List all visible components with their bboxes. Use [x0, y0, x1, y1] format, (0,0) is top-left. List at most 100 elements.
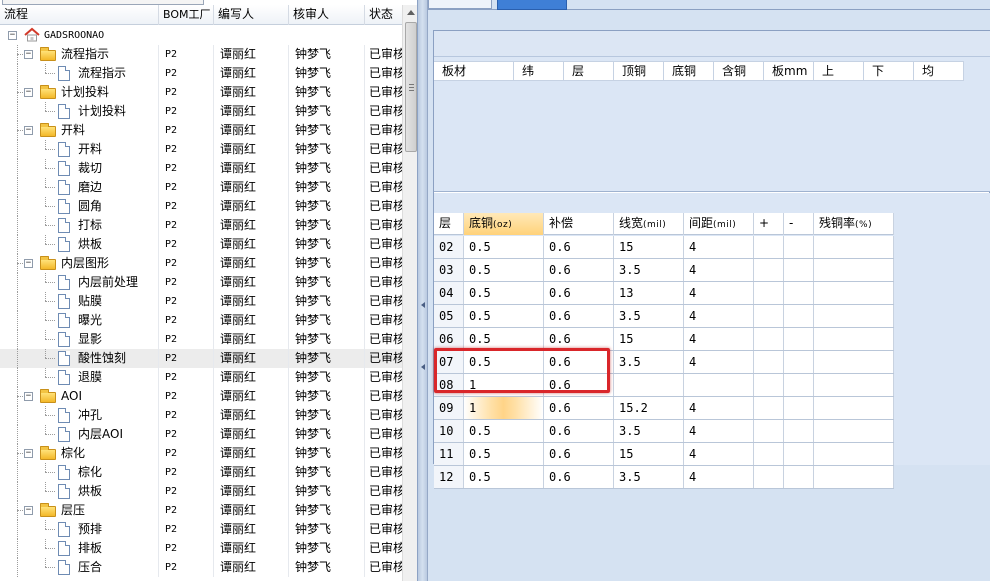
tree-row[interactable]: 冲孔 P2 谭丽红 钟梦飞 已审核: [0, 406, 402, 425]
layer-value-cell[interactable]: 0.5: [464, 420, 544, 442]
layer-column-header[interactable]: 残铜率(%): [814, 213, 894, 235]
tree-row[interactable]: 流程指示 P2 谭丽红 钟梦飞 已审核: [0, 64, 402, 83]
tree-row[interactable]: 排板 P2 谭丽红 钟梦飞 已审核: [0, 539, 402, 558]
tree-row[interactable]: 开料 P2 谭丽红 钟梦飞 已审核: [0, 140, 402, 159]
layer-row[interactable]: 09 1 0.6 15.2 4: [434, 397, 894, 420]
tree-row[interactable]: 圆角 P2 谭丽红 钟梦飞 已审核: [0, 197, 402, 216]
layer-value-cell[interactable]: [754, 397, 784, 419]
scrollbar-thumb[interactable]: [405, 22, 417, 152]
layer-value-cell[interactable]: [784, 466, 814, 488]
layer-value-cell[interactable]: [784, 374, 814, 396]
layer-value-cell[interactable]: [754, 305, 784, 327]
collapse-toggle-icon[interactable]: −: [24, 392, 33, 401]
layer-value-cell[interactable]: 0.6: [544, 420, 614, 442]
layer-value-cell[interactable]: 15.2: [614, 397, 684, 419]
layer-value-cell[interactable]: 0.5: [464, 236, 544, 258]
layer-value-cell[interactable]: 4: [684, 328, 754, 350]
layer-value-cell[interactable]: [784, 305, 814, 327]
layer-value-cell[interactable]: [754, 259, 784, 281]
board-column-header[interactable]: 板材: [434, 62, 514, 81]
layer-value-cell[interactable]: 0.5: [464, 443, 544, 465]
tree-row[interactable]: 内层AOI P2 谭丽红 钟梦飞 已审核: [0, 425, 402, 444]
layer-value-cell[interactable]: 15: [614, 443, 684, 465]
layer-value-cell[interactable]: 0.5: [464, 466, 544, 488]
layer-value-cell[interactable]: [784, 236, 814, 258]
layer-value-cell[interactable]: 4: [684, 397, 754, 419]
tree-row[interactable]: − 流程指示 P2 谭丽红 钟梦飞 已审核: [0, 45, 402, 64]
pane-splitter[interactable]: [418, 0, 428, 581]
layer-column-header[interactable]: 层: [434, 213, 464, 235]
layer-value-cell[interactable]: [814, 236, 894, 258]
layer-value-cell[interactable]: [784, 420, 814, 442]
collapse-toggle-icon[interactable]: −: [24, 259, 33, 268]
layer-value-cell[interactable]: 0.5: [464, 282, 544, 304]
layer-value-cell[interactable]: 3.5: [614, 466, 684, 488]
layer-value-cell[interactable]: [814, 328, 894, 350]
scroll-up-arrow-icon[interactable]: [407, 10, 415, 15]
tree-row[interactable]: − AOI P2 谭丽红 钟梦飞 已审核: [0, 387, 402, 406]
layer-value-cell[interactable]: [814, 466, 894, 488]
layer-value-cell[interactable]: 4: [684, 236, 754, 258]
layer-row[interactable]: 02 0.5 0.6 15 4: [434, 236, 894, 259]
layer-value-cell[interactable]: [814, 259, 894, 281]
layer-value-cell[interactable]: 1: [464, 397, 544, 419]
layer-value-cell[interactable]: 0.6: [544, 282, 614, 304]
board-column-header[interactable]: 下: [864, 62, 914, 81]
tree-row[interactable]: 烘板 P2 谭丽红 钟梦飞 已审核: [0, 235, 402, 254]
layer-value-cell[interactable]: [814, 443, 894, 465]
layer-value-cell[interactable]: 4: [684, 282, 754, 304]
column-header-status[interactable]: 状态: [365, 5, 402, 25]
layer-value-cell[interactable]: [784, 443, 814, 465]
tree-row[interactable]: 曝光 P2 谭丽红 钟梦飞 已审核: [0, 311, 402, 330]
board-column-header[interactable]: 板mm: [764, 62, 814, 81]
collapse-toggle-icon[interactable]: −: [24, 88, 33, 97]
layer-value-cell[interactable]: [754, 443, 784, 465]
tree-row[interactable]: 裁切 P2 谭丽红 钟梦飞 已审核: [0, 159, 402, 178]
collapse-toggle-icon[interactable]: −: [24, 506, 33, 515]
layer-row[interactable]: 03 0.5 0.6 3.5 4: [434, 259, 894, 282]
layer-row[interactable]: 12 0.5 0.6 3.5 4: [434, 466, 894, 489]
layer-value-cell[interactable]: [784, 282, 814, 304]
layer-value-cell[interactable]: [754, 236, 784, 258]
tab-first[interactable]: [428, 0, 492, 9]
tree-row[interactable]: 显影 P2 谭丽红 钟梦飞 已审核: [0, 330, 402, 349]
layer-value-cell[interactable]: [814, 374, 894, 396]
board-column-header[interactable]: 层: [564, 62, 614, 81]
collapse-toggle-icon[interactable]: −: [24, 126, 33, 135]
layer-value-cell[interactable]: 0.6: [544, 259, 614, 281]
tree-row[interactable]: 压合 P2 谭丽红 钟梦飞 已审核: [0, 558, 402, 577]
column-header-bom-factory[interactable]: BOM工厂: [159, 5, 214, 25]
layer-value-cell[interactable]: [784, 259, 814, 281]
layer-value-cell[interactable]: [784, 328, 814, 350]
board-column-header[interactable]: 底铜: [664, 62, 714, 81]
layer-value-cell[interactable]: [754, 466, 784, 488]
layer-row[interactable]: 05 0.5 0.6 3.5 4: [434, 305, 894, 328]
layer-value-cell[interactable]: 4: [684, 466, 754, 488]
layer-value-cell[interactable]: [814, 282, 894, 304]
layer-value-cell[interactable]: [754, 420, 784, 442]
tree-row[interactable]: 计划投料 P2 谭丽红 钟梦飞 已审核: [0, 102, 402, 121]
layer-column-header[interactable]: 间距(mil): [684, 213, 754, 235]
layer-value-cell[interactable]: [754, 328, 784, 350]
collapse-left-arrow-icon[interactable]: [421, 364, 425, 370]
tree-row[interactable]: 烘板 P2 谭丽红 钟梦飞 已审核: [0, 482, 402, 501]
layer-value-cell[interactable]: 0.5: [464, 328, 544, 350]
layer-value-cell[interactable]: [754, 374, 784, 396]
layer-value-cell[interactable]: 3.5: [614, 259, 684, 281]
layer-row[interactable]: 10 0.5 0.6 3.5 4: [434, 420, 894, 443]
tree-row[interactable]: 退膜 P2 谭丽红 钟梦飞 已审核: [0, 368, 402, 387]
board-column-header[interactable]: 顶铜: [614, 62, 664, 81]
tree-row[interactable]: − 计划投料 P2 谭丽红 钟梦飞 已审核: [0, 83, 402, 102]
layer-value-cell[interactable]: 15: [614, 236, 684, 258]
collapse-toggle-icon[interactable]: −: [24, 449, 33, 458]
layer-value-cell[interactable]: 0.6: [544, 328, 614, 350]
tree-row[interactable]: 打标 P2 谭丽红 钟梦飞 已审核: [0, 216, 402, 235]
layer-value-cell[interactable]: 0.6: [544, 236, 614, 258]
layer-value-cell[interactable]: 4: [684, 420, 754, 442]
layer-value-cell[interactable]: [684, 374, 754, 396]
layer-row[interactable]: 11 0.5 0.6 15 4: [434, 443, 894, 466]
layer-value-cell[interactable]: 0.6: [544, 305, 614, 327]
layer-value-cell[interactable]: 13: [614, 282, 684, 304]
board-column-header[interactable]: 纬: [514, 62, 564, 81]
layer-value-cell[interactable]: [784, 397, 814, 419]
